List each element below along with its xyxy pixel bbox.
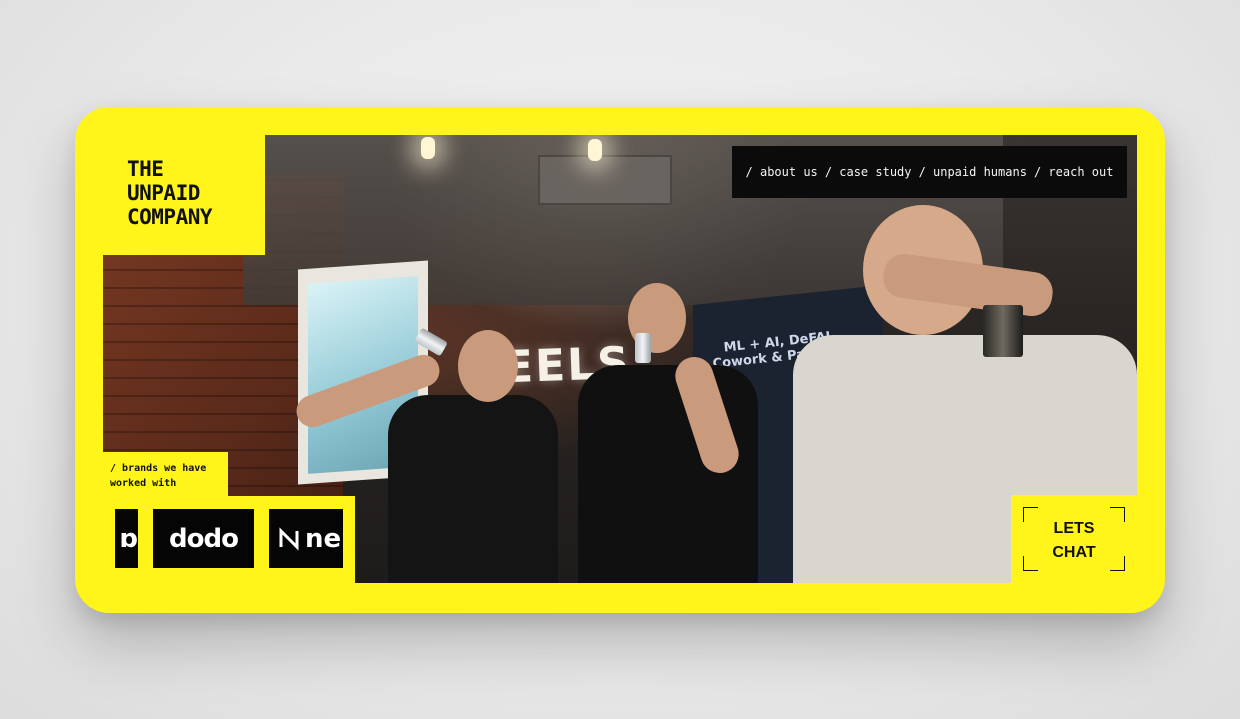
nav-unpaid-humans[interactable]: / unpaid humans: [919, 165, 1027, 179]
lets-chat-label: LETS CHAT: [1052, 520, 1096, 561]
site-card: ML + AI, DeFAI Cowork & Pavilion EELS TH…: [75, 107, 1165, 613]
ceiling-lamp: [588, 139, 602, 161]
cta-panel: LETS CHAT: [1011, 495, 1137, 583]
brands-label: / brands we have worked with: [110, 463, 207, 489]
partial-brand-logo-icon[interactable]: ɒ: [115, 509, 138, 568]
lets-chat-button[interactable]: LETS CHAT: [1023, 507, 1125, 571]
brands-carousel[interactable]: ɒ dodo ne: [103, 496, 355, 583]
near-icon: [279, 526, 299, 551]
ceiling-lamp: [421, 137, 435, 159]
brand-tile-text: ne: [305, 523, 342, 554]
nav-about-us[interactable]: / about us: [746, 165, 818, 179]
nav-case-study[interactable]: / case study: [825, 165, 912, 179]
brands-label-panel: / brands we have worked with: [103, 452, 228, 496]
nav-reach-out[interactable]: / reach out: [1034, 165, 1113, 179]
brand-tile-text: dodo: [169, 523, 239, 554]
near-logo[interactable]: ne: [269, 509, 343, 568]
site-logo[interactable]: THE UNPAID COMPANY: [127, 157, 213, 229]
main-nav: / about us / case study / unpaid humans …: [732, 146, 1127, 198]
logo-panel[interactable]: THE UNPAID COMPANY: [103, 135, 265, 255]
ceiling-vent: [538, 155, 672, 205]
brand-tile-text: ɒ: [119, 523, 138, 554]
dodo-logo[interactable]: dodo: [153, 509, 254, 568]
